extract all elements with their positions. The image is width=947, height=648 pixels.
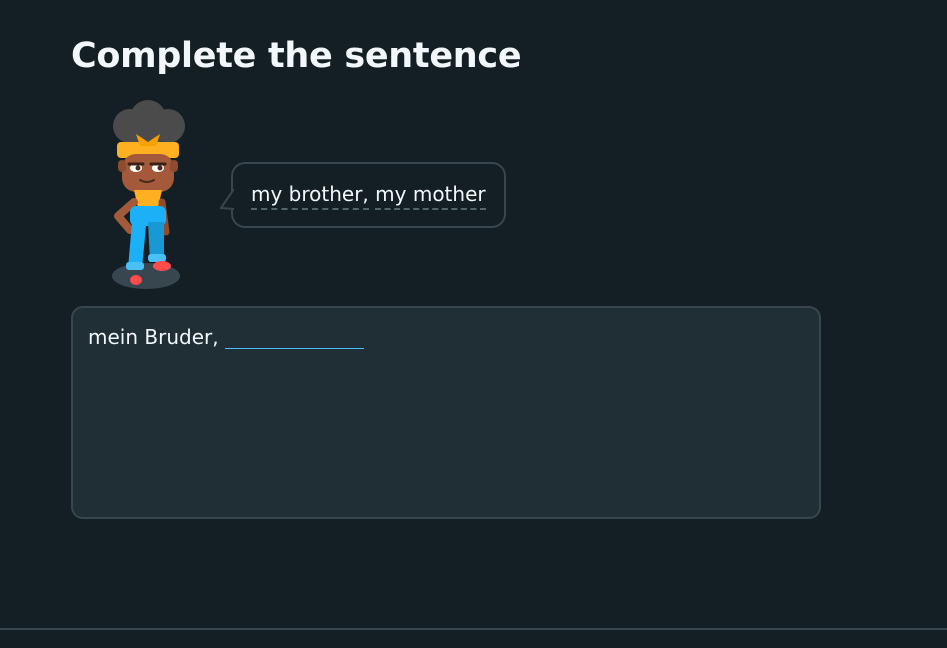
answer-line: mein Bruder, [88,320,364,349]
speech-bubble: my brother, my mother [220,162,506,228]
bubble-text: my brother, my mother [251,182,486,210]
exercise-page: Complete the sentence my brother, my mot… [0,0,947,648]
answer-input[interactable] [224,320,364,349]
answer-prefix: mein Bruder, [88,325,219,349]
page-title: Complete the sentence [71,36,522,76]
footer-divider [0,628,947,630]
hint-word-my-brother[interactable]: my brother, [251,182,369,210]
character-avatar-icon [100,98,196,296]
bubble-tail [220,189,234,210]
hint-word-my-mother[interactable]: my mother [375,182,486,210]
answer-area: mein Bruder, [71,306,821,519]
